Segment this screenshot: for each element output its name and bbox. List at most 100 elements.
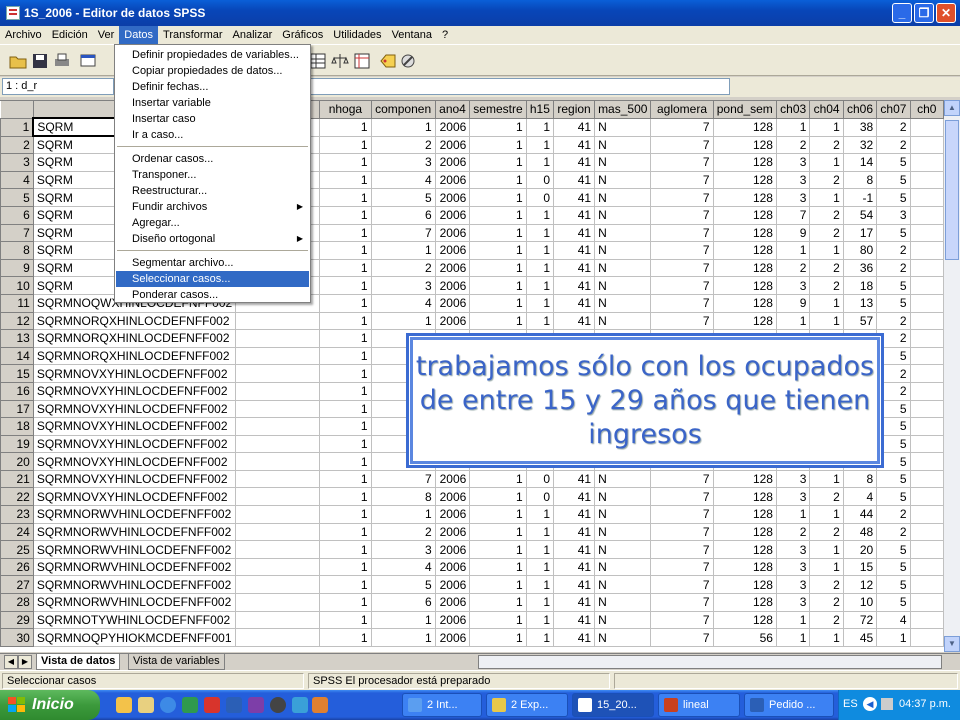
data-cell[interactable]: 7 (650, 188, 714, 207)
data-cell[interactable]: 7 (650, 469, 714, 489)
data-cell[interactable]: 1 (525, 223, 555, 243)
data-cell[interactable]: 7 (650, 135, 714, 155)
data-cell[interactable]: 2 (370, 522, 436, 542)
data-cell[interactable]: 1 (809, 188, 844, 207)
data-cell[interactable]: 5 (370, 575, 436, 595)
data-cell[interactable]: 1 (525, 276, 555, 295)
data-cell[interactable]: 1 (775, 117, 811, 137)
data-cell[interactable] (909, 293, 944, 313)
data-cell[interactable] (235, 540, 321, 559)
data-cell[interactable]: 41 (553, 628, 596, 647)
data-cell[interactable]: 2006 (434, 469, 471, 489)
data-cell[interactable]: 3 (775, 170, 811, 190)
data-cell[interactable] (909, 399, 944, 419)
menu-analizar[interactable]: Analizar (228, 26, 278, 44)
data-cell[interactable]: 5 (876, 593, 911, 612)
data-cell[interactable]: 1 (319, 452, 372, 471)
data-cell[interactable] (235, 381, 321, 401)
data-cell[interactable]: 1 (525, 241, 555, 260)
data-cell[interactable]: 1 (525, 575, 555, 595)
data-cell[interactable]: SQRMNOVXYHINLOCDEFNFF002 (32, 487, 237, 507)
data-cell[interactable]: N (594, 117, 652, 137)
data-cell[interactable]: 1 (469, 258, 527, 278)
data-cell[interactable]: 2006 (434, 540, 471, 559)
data-cell[interactable]: 7 (650, 153, 714, 172)
data-cell[interactable] (909, 311, 944, 331)
data-cell[interactable]: 2006 (434, 610, 471, 630)
data-cell[interactable]: 1 (809, 505, 844, 524)
data-cell[interactable]: 1 (319, 399, 372, 419)
data-cell[interactable]: 6 (370, 205, 436, 225)
data-cell[interactable]: 5 (876, 293, 911, 313)
data-cell[interactable]: 5 (876, 223, 911, 243)
data-cell[interactable]: 2 (809, 205, 844, 225)
data-cell[interactable]: 2006 (434, 153, 471, 172)
data-cell[interactable]: 5 (876, 276, 911, 295)
media-icon[interactable] (270, 697, 286, 713)
data-cell[interactable] (909, 540, 944, 559)
row-number[interactable]: 18 (0, 417, 34, 436)
start-button[interactable]: Inicio (0, 690, 100, 720)
data-cell[interactable]: 1 (469, 522, 527, 542)
data-cell[interactable]: 2 (876, 241, 911, 260)
task-pedido[interactable]: Pedido ... (744, 693, 834, 717)
minimize-button[interactable]: _ (892, 3, 912, 23)
data-cell[interactable]: 1 (370, 628, 436, 647)
data-cell[interactable]: 2006 (434, 205, 471, 225)
column-header[interactable]: h15 (525, 100, 555, 119)
row-number[interactable]: 24 (0, 522, 34, 542)
data-cell[interactable]: 1 (319, 557, 372, 577)
data-cell[interactable]: 9 (775, 223, 811, 243)
data-cell[interactable]: N (594, 241, 652, 260)
data-cell[interactable]: 1 (319, 575, 372, 595)
data-cell[interactable]: 2 (876, 258, 911, 278)
data-cell[interactable]: 1 (469, 469, 527, 489)
data-cell[interactable]: SQRMNOVXYHINLOCDEFNFF002 (32, 434, 237, 454)
save-icon[interactable] (30, 51, 50, 71)
data-cell[interactable]: 128 (712, 522, 777, 542)
task-spss[interactable]: 15_20... (572, 693, 654, 717)
data-cell[interactable]: 41 (553, 522, 596, 542)
ie-icon[interactable] (160, 697, 176, 713)
data-cell[interactable] (909, 205, 944, 225)
data-cell[interactable]: 5 (876, 153, 911, 172)
column-header[interactable]: ch06 (842, 100, 878, 119)
data-cell[interactable]: SQRMNOVXYHINLOCDEFNFF002 (32, 452, 237, 471)
data-cell[interactable]: 128 (712, 223, 777, 243)
data-cell[interactable]: 1 (370, 311, 436, 331)
data-cell[interactable]: 2 (775, 522, 811, 542)
data-cell[interactable]: 3 (775, 188, 811, 207)
data-cell[interactable]: N (594, 628, 652, 647)
data-cell[interactable]: 1 (319, 223, 372, 243)
data-cell[interactable]: 4 (370, 293, 436, 313)
data-cell[interactable]: 1 (319, 434, 372, 454)
data-cell[interactable] (909, 522, 944, 542)
use-sets-icon[interactable] (398, 51, 418, 71)
menu-item-insertar-variable[interactable]: Insertar variable (116, 95, 309, 111)
data-cell[interactable]: 18 (842, 276, 878, 295)
column-header[interactable]: ch07 (876, 100, 911, 119)
data-cell[interactable]: 1 (370, 117, 436, 137)
data-cell[interactable]: N (594, 487, 652, 507)
row-number[interactable]: 1 (0, 117, 34, 137)
menu-ver[interactable]: Ver (93, 26, 120, 44)
data-cell[interactable]: 2 (876, 364, 911, 383)
data-cell[interactable]: 2006 (434, 593, 471, 612)
data-cell[interactable]: 7 (650, 557, 714, 577)
row-number[interactable]: 12 (0, 311, 34, 331)
data-cell[interactable] (909, 135, 944, 155)
data-cell[interactable]: 2006 (434, 135, 471, 155)
data-cell[interactable]: 1 (319, 469, 372, 489)
data-cell[interactable]: N (594, 258, 652, 278)
data-cell[interactable]: 2006 (434, 188, 471, 207)
data-cell[interactable] (909, 469, 944, 489)
data-cell[interactable]: 7 (650, 505, 714, 524)
data-cell[interactable]: 2 (809, 610, 844, 630)
row-number[interactable]: 2 (0, 135, 34, 155)
data-cell[interactable]: 41 (553, 276, 596, 295)
data-cell[interactable]: 1 (469, 610, 527, 630)
data-cell[interactable]: 1 (319, 241, 372, 260)
data-cell[interactable]: N (594, 135, 652, 155)
column-header[interactable]: componen (370, 100, 436, 119)
data-cell[interactable] (909, 117, 944, 137)
